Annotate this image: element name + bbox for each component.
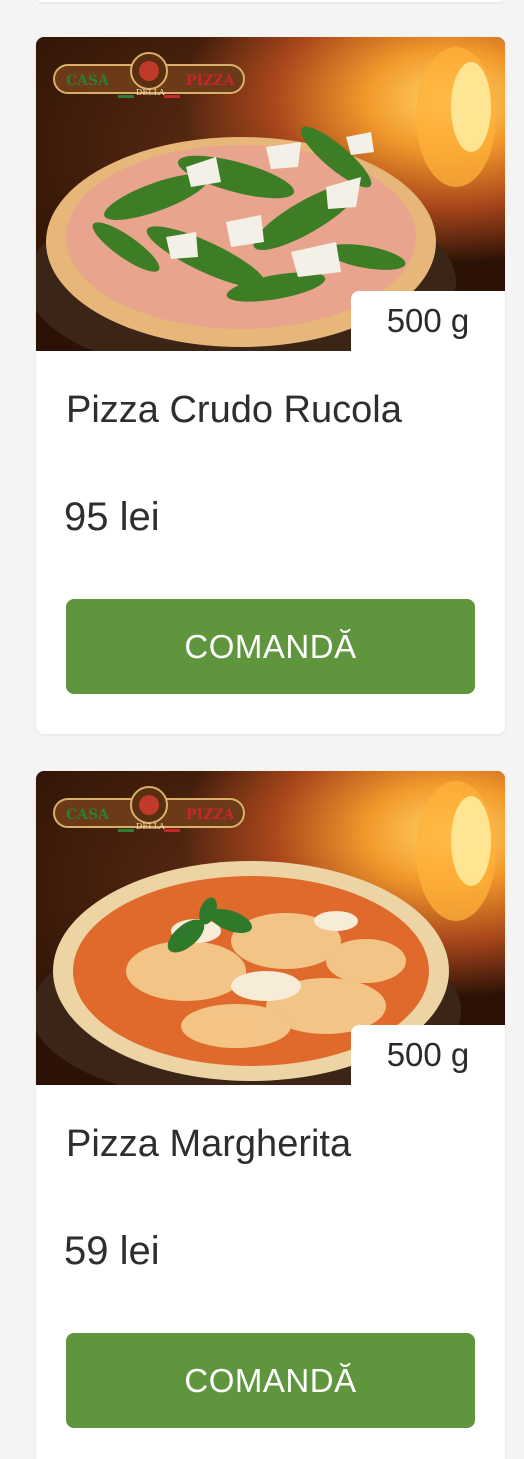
- product-price: 95 lei: [64, 495, 160, 539]
- product-photo[interactable]: CASA DELLA PIZZA 500 g: [36, 771, 505, 1085]
- logo-text-left: CASA: [66, 73, 110, 89]
- logo-text-left: CASA: [66, 807, 110, 823]
- product-list: CASA DELLA PIZZA 500 g Pizza Crudo Rucol…: [0, 0, 524, 1459]
- logo-text-middle: DELLA: [136, 88, 165, 97]
- casa-della-pizza-logo: CASA DELLA PIZZA: [53, 52, 245, 98]
- product-photo[interactable]: CASA DELLA PIZZA 500 g: [36, 37, 505, 351]
- previous-card-edge: [36, 0, 505, 2]
- product-card: CASA DELLA PIZZA 500 g Pizza Margherita …: [36, 771, 505, 1459]
- casa-della-pizza-logo: CASA DELLA PIZZA: [53, 786, 245, 832]
- weight-badge: 500 g: [351, 1025, 505, 1085]
- product-title[interactable]: Pizza Margherita: [66, 1123, 351, 1166]
- logo-text-right: PIZZA: [186, 807, 236, 823]
- product-card: CASA DELLA PIZZA 500 g Pizza Crudo Rucol…: [36, 37, 505, 734]
- logo-text-middle: DELLA: [136, 822, 165, 831]
- product-title[interactable]: Pizza Crudo Rucola: [66, 389, 402, 432]
- order-button[interactable]: COMANDĂ: [66, 599, 475, 694]
- product-price: 59 lei: [64, 1229, 160, 1273]
- weight-badge: 500 g: [351, 291, 505, 351]
- order-button[interactable]: COMANDĂ: [66, 1333, 475, 1428]
- logo-text-right: PIZZA: [186, 73, 236, 89]
